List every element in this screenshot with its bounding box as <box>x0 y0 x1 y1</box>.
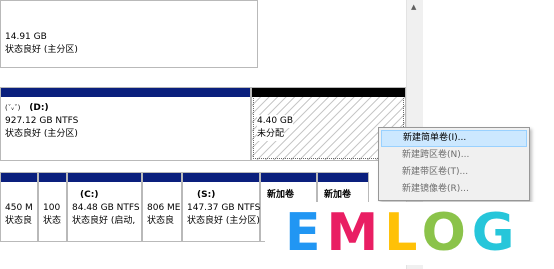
partition-recovery[interactable]: 450 M 状态良 <box>0 172 38 242</box>
partition-top-size: 14.91 GB <box>5 32 47 42</box>
watermark-letter-e: E <box>285 203 327 263</box>
partition-bar <box>261 173 316 182</box>
partition-bar <box>143 173 181 182</box>
volume-s-status: 状态良好 (主分区) <box>187 216 260 226</box>
partition-bar <box>183 173 259 182</box>
partition-size: 100 <box>43 203 61 213</box>
volume-d[interactable]: (ˇᵥˇ) (D:) 927.12 GB NTFS 状态良好 (主分区) <box>0 87 251 161</box>
partition-bar <box>68 173 141 182</box>
volume-d-prefix: (ˇᵥˇ) <box>5 104 21 112</box>
volume-c-size: 84.48 GB NTFS <box>72 203 140 213</box>
volume-new-label: 新加卷 <box>324 190 352 200</box>
watermark-letter-m: M <box>326 203 385 263</box>
watermark-letter-g: G <box>471 203 521 263</box>
volume-c-status: 状态良好 (启动, <box>72 216 136 226</box>
emlog-watermark: EMLOG <box>265 202 550 265</box>
partition-status: 状态良 <box>147 216 175 226</box>
partition-bar <box>318 173 368 182</box>
partition-top[interactable]: 14.91 GB 状态良好 (主分区) <box>0 0 258 68</box>
partition-efi[interactable]: 100 状态 <box>38 172 67 242</box>
volume-s[interactable]: (S:) 147.37 GB NTFS 状态良好 (主分区) <box>182 172 260 242</box>
menu-item-new-striped-volume[interactable]: 新建带区卷(T)... <box>379 164 529 181</box>
partition-size: 806 ME <box>147 203 181 213</box>
volume-d-title: (ˇᵥˇ) (D:) <box>5 102 49 115</box>
partition-bar <box>1 173 37 182</box>
volume-d-status: 状态良好 (主分区) <box>5 129 78 139</box>
watermark-letter-o: O <box>421 203 472 263</box>
menu-item-new-mirrored-volume[interactable]: 新建镜像卷(R)... <box>379 181 529 198</box>
volume-c[interactable]: (C:) 84.48 GB NTFS 状态良好 (启动, <box>67 172 142 242</box>
volume-s-letter: (S:) <box>197 190 216 200</box>
volume-d-size: 927.12 GB NTFS <box>5 116 79 126</box>
partition-status: 状态良 <box>5 216 33 226</box>
partition-system[interactable]: 806 ME 状态良 <box>142 172 182 242</box>
unallocated-bar <box>252 88 405 97</box>
unallocated-status: 未分配 <box>257 128 285 141</box>
menu-item-new-simple-volume[interactable]: 新建简单卷(I)... <box>381 130 527 147</box>
partition-top-status: 状态良好 (主分区) <box>5 45 78 55</box>
watermark-letter-l: L <box>384 203 422 263</box>
volume-d-letter: (D:) <box>29 103 49 113</box>
partition-size: 450 M <box>5 203 33 213</box>
volume-c-letter: (C:) <box>80 190 99 200</box>
partition-bar <box>39 173 66 182</box>
scroll-up-arrow-icon[interactable]: ▲ <box>411 3 416 11</box>
volume-new-label: 新加卷 <box>267 190 295 200</box>
menu-item-new-spanned-volume[interactable]: 新建跨区卷(N)... <box>379 147 529 164</box>
partition-status: 状态 <box>43 216 62 226</box>
context-menu: 新建简单卷(I)... 新建跨区卷(N)... 新建带区卷(T)... 新建镜像… <box>378 127 530 201</box>
volume-s-size: 147.37 GB NTFS <box>187 203 261 213</box>
unallocated-size: 4.40 GB <box>257 115 294 128</box>
volume-d-bar <box>1 88 250 97</box>
